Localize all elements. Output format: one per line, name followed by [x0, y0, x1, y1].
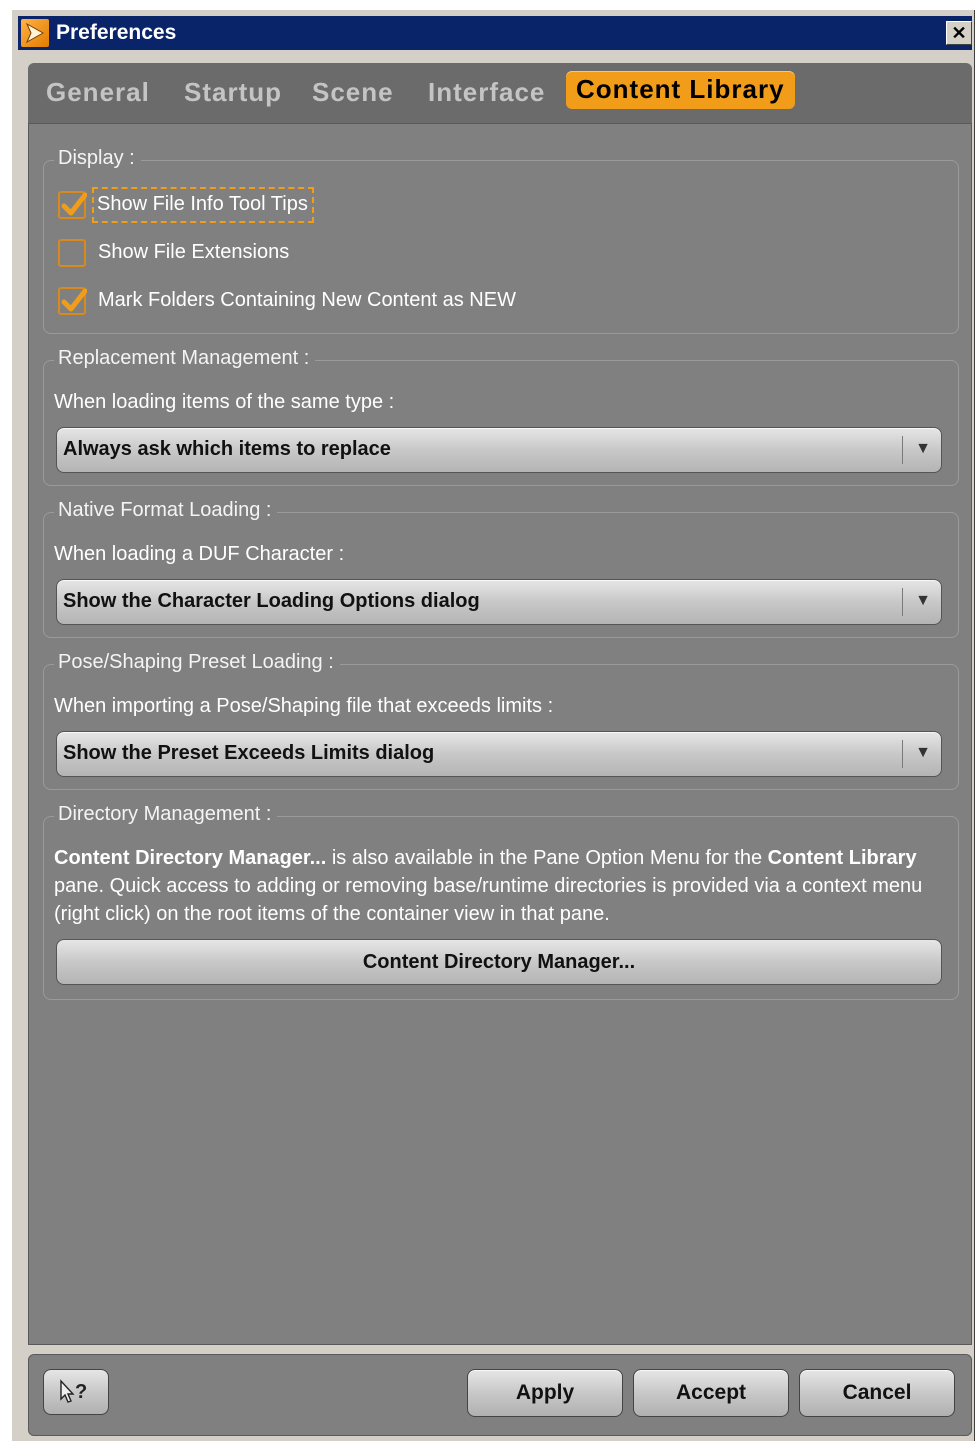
native-format-prompt: When loading a DUF Character :	[54, 543, 345, 565]
dropdown-separator	[902, 740, 903, 768]
pose-preset-group: Pose/Shaping Preset Loading : When impor…	[43, 651, 959, 790]
directory-description: Content Directory Manager... is also ava…	[54, 844, 946, 928]
tab-startup[interactable]: Startup	[184, 77, 282, 108]
checkbox-show-file-extensions[interactable]	[58, 239, 86, 267]
app-logo-icon	[21, 19, 49, 47]
native-format-group-title: Native Format Loading :	[54, 499, 278, 522]
desc-bold-library: Content Library	[767, 847, 917, 869]
chevron-down-icon: ▼	[915, 440, 931, 457]
native-format-dropdown-value: Show the Character Loading Options dialo…	[63, 590, 480, 612]
tab-bar: General Startup Scene Interface Content …	[28, 63, 972, 123]
display-group-title: Display :	[54, 147, 141, 170]
desc-bold-manager: Content Directory Manager...	[54, 847, 327, 869]
tab-general[interactable]: General	[46, 77, 150, 108]
tab-interface[interactable]: Interface	[428, 77, 545, 108]
desc-text-1: is also available in the Pane Option Men…	[326, 847, 768, 869]
native-format-group: Native Format Loading : When loading a D…	[43, 499, 959, 638]
replacement-dropdown[interactable]: Always ask which items to replace ▼	[56, 427, 942, 473]
pose-preset-group-title: Pose/Shaping Preset Loading :	[54, 651, 340, 674]
close-button[interactable]: ✕	[946, 21, 972, 45]
content-directory-manager-button[interactable]: Content Directory Manager...	[56, 939, 942, 985]
cancel-button[interactable]: Cancel	[799, 1369, 955, 1417]
replacement-prompt: When loading items of the same type :	[54, 391, 395, 413]
directory-group: Directory Management : Content Directory…	[43, 803, 959, 1000]
window-title: Preferences	[56, 21, 177, 44]
pose-preset-dropdown-value: Show the Preset Exceeds Limits dialog	[63, 742, 435, 764]
tab-content-library[interactable]: Content Library	[566, 71, 795, 109]
dialog-footer: ? Apply Accept Cancel	[28, 1354, 972, 1436]
display-group: Display : Show File Info Tool Tips Show …	[43, 147, 959, 334]
chevron-down-icon: ▼	[915, 592, 931, 609]
checkmark-icon	[61, 192, 87, 216]
label-show-file-extensions[interactable]: Show File Extensions	[98, 241, 289, 264]
label-mark-new-folders[interactable]: Mark Folders Containing New Content as N…	[98, 289, 516, 312]
close-icon: ✕	[951, 23, 967, 43]
replacement-group-title: Replacement Management :	[54, 347, 316, 370]
label-show-file-info-tooltips[interactable]: Show File Info Tool Tips	[92, 187, 314, 223]
checkmark-icon	[61, 288, 87, 312]
tab-scene[interactable]: Scene	[312, 77, 394, 108]
pose-preset-prompt: When importing a Pose/Shaping file that …	[54, 695, 554, 717]
preferences-window: Preferences ✕ General Startup Scene Inte…	[11, 9, 974, 1441]
content-library-panel: Display : Show File Info Tool Tips Show …	[28, 123, 972, 1345]
native-format-dropdown[interactable]: Show the Character Loading Options dialo…	[56, 579, 942, 625]
checkbox-mark-new-folders[interactable]	[58, 287, 87, 315]
dropdown-separator	[902, 436, 903, 464]
replacement-dropdown-value: Always ask which items to replace	[63, 438, 391, 460]
pose-preset-dropdown[interactable]: Show the Preset Exceeds Limits dialog ▼	[56, 731, 942, 777]
whats-this-button[interactable]: ?	[43, 1369, 109, 1415]
accept-button[interactable]: Accept	[633, 1369, 789, 1417]
dropdown-separator	[902, 588, 903, 616]
desc-text-2: pane. Quick access to adding or removing…	[54, 875, 923, 925]
directory-group-title: Directory Management :	[54, 803, 278, 826]
checkbox-show-file-info-tooltips[interactable]	[58, 191, 87, 219]
chevron-down-icon: ▼	[915, 744, 931, 761]
whats-this-cursor-icon: ?	[60, 1379, 87, 1403]
svg-text:?: ?	[75, 1381, 87, 1403]
title-bar[interactable]: Preferences ✕	[18, 16, 972, 50]
replacement-group: Replacement Management : When loading it…	[43, 347, 959, 486]
apply-button[interactable]: Apply	[467, 1369, 623, 1417]
